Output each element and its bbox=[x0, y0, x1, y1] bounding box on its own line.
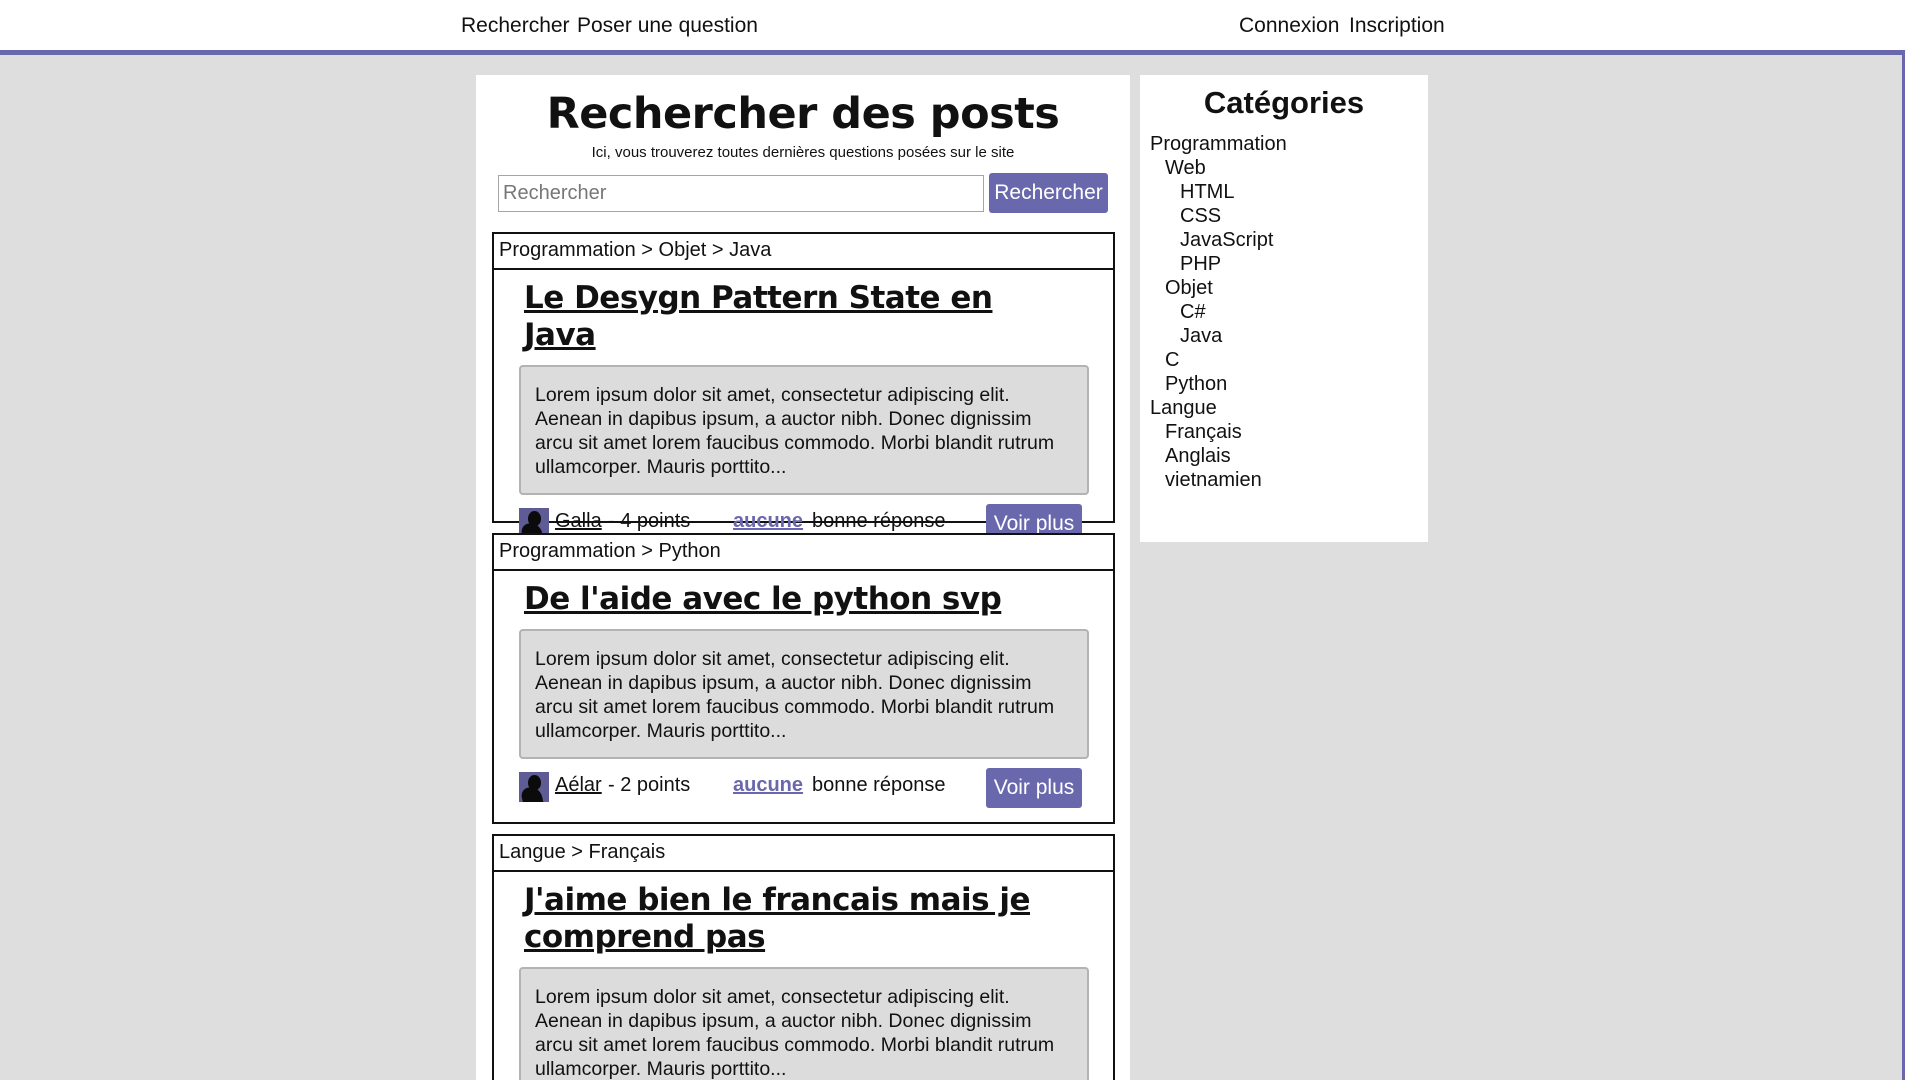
answers-label: bonne réponse bbox=[812, 774, 946, 796]
post-excerpt: Lorem ipsum dolor sit amet, consectetur … bbox=[519, 365, 1089, 495]
post-title-link[interactable]: Le Desygn Pattern State en Java bbox=[524, 280, 1064, 354]
category-item[interactable]: Objet bbox=[1150, 276, 1287, 300]
avatar bbox=[519, 772, 549, 802]
page-title: Rechercher des posts bbox=[546, 89, 1060, 139]
answers-link[interactable]: aucune bbox=[733, 510, 803, 533]
main-panel: Rechercher des posts Ici, vous trouverez… bbox=[476, 75, 1130, 1080]
category-item[interactable]: Java bbox=[1150, 324, 1287, 348]
author-link[interactable]: Galla bbox=[555, 510, 602, 533]
categories-panel: Catégories Programmation Web HTML CSS Ja… bbox=[1140, 75, 1428, 542]
category-item[interactable]: C bbox=[1150, 348, 1287, 372]
top-navbar: Rechercher Poser une question Connexion … bbox=[0, 0, 1905, 55]
category-item[interactable]: JavaScript bbox=[1150, 228, 1287, 252]
nav-search-link[interactable]: Rechercher bbox=[461, 14, 570, 38]
post-footer: Aélar - 2 points aucune bonne réponse Vo… bbox=[494, 759, 1113, 821]
post-excerpt: Lorem ipsum dolor sit amet, consectetur … bbox=[519, 967, 1089, 1080]
author-points: - 2 points bbox=[608, 774, 691, 796]
post-card: Langue > Français J'aime bien le francai… bbox=[492, 834, 1115, 1080]
category-item[interactable]: HTML bbox=[1150, 180, 1287, 204]
nav-ask-question-link[interactable]: Poser une question bbox=[577, 14, 758, 38]
category-item[interactable]: C# bbox=[1150, 300, 1287, 324]
author-link[interactable]: Aélar bbox=[555, 774, 602, 797]
search-input[interactable] bbox=[498, 175, 984, 212]
categories-list: Programmation Web HTML CSS JavaScript PH… bbox=[1150, 132, 1287, 492]
post-breadcrumb: Langue > Français bbox=[494, 836, 1113, 872]
search-button[interactable]: Rechercher bbox=[989, 173, 1108, 213]
post-breadcrumb: Programmation > Python bbox=[494, 535, 1113, 571]
post-card: Programmation > Python De l'aide avec le… bbox=[492, 533, 1115, 824]
category-item[interactable]: Anglais bbox=[1150, 444, 1287, 468]
see-more-button[interactable]: Voir plus bbox=[986, 768, 1082, 808]
post-title-link[interactable]: J'aime bien le francais mais je comprend… bbox=[524, 882, 1064, 956]
category-item[interactable]: Langue bbox=[1150, 396, 1287, 420]
category-item[interactable]: PHP bbox=[1150, 252, 1287, 276]
post-card: Programmation > Objet > Java Le Desygn P… bbox=[492, 232, 1115, 544]
nav-login-link[interactable]: Connexion bbox=[1239, 14, 1339, 38]
post-title-link[interactable]: De l'aide avec le python svp bbox=[524, 581, 1064, 618]
category-item[interactable]: vietnamien bbox=[1150, 468, 1287, 492]
post-breadcrumb: Programmation > Objet > Java bbox=[494, 234, 1113, 270]
author-points: - 4 points bbox=[608, 510, 691, 532]
category-item[interactable]: Programmation bbox=[1150, 132, 1287, 156]
category-item[interactable]: Web bbox=[1150, 156, 1287, 180]
category-item[interactable]: Français bbox=[1150, 420, 1287, 444]
answers-link[interactable]: aucune bbox=[733, 774, 803, 797]
page-subtitle: Ici, vous trouverez toutes dernières que… bbox=[591, 144, 1015, 161]
category-item[interactable]: Python bbox=[1150, 372, 1287, 396]
answers-label: bonne réponse bbox=[812, 510, 946, 532]
nav-register-link[interactable]: Inscription bbox=[1349, 14, 1445, 38]
post-excerpt: Lorem ipsum dolor sit amet, consectetur … bbox=[519, 629, 1089, 759]
category-item[interactable]: CSS bbox=[1150, 204, 1287, 228]
categories-title: Catégories bbox=[1203, 85, 1365, 120]
